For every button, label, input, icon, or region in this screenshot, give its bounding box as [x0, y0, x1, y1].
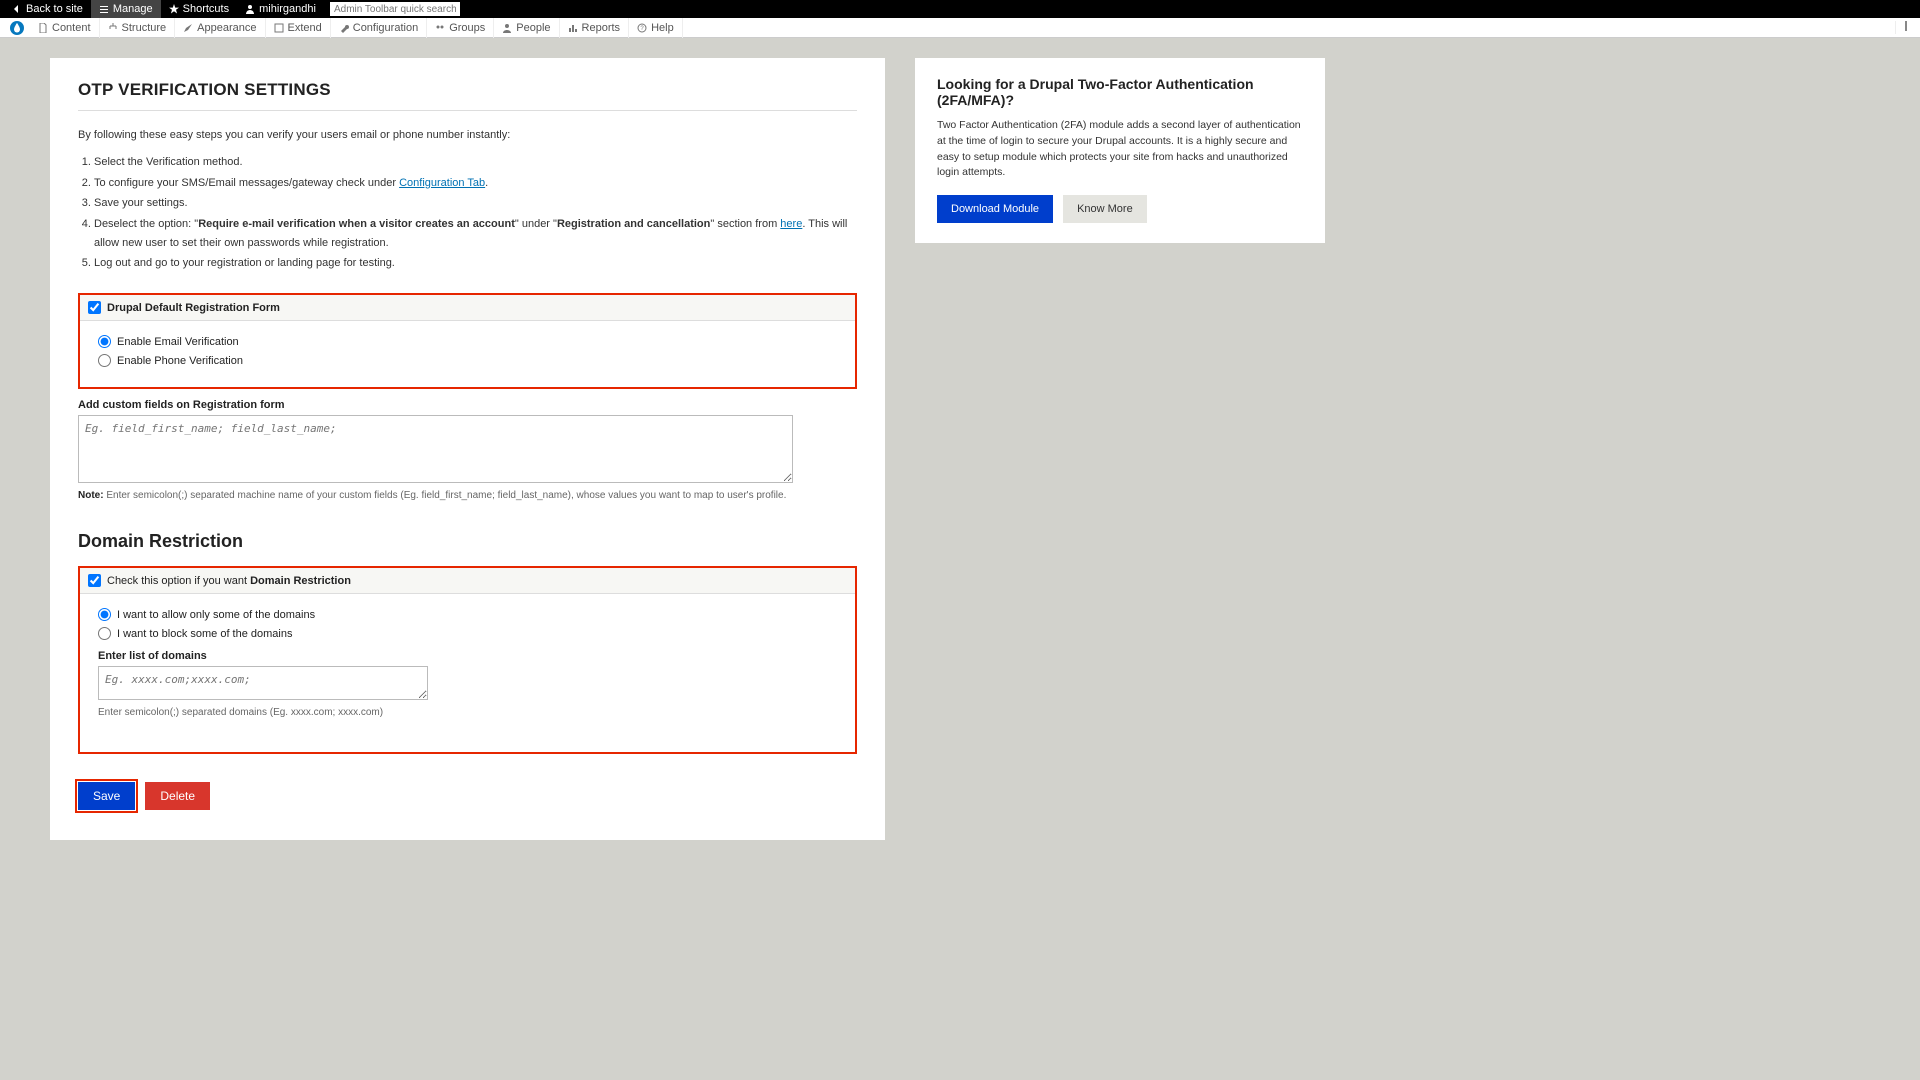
shortcuts-menu[interactable]: Shortcuts: [161, 0, 237, 18]
user-icon: [245, 4, 255, 14]
file-icon: [38, 23, 48, 33]
block-domains-radio[interactable]: [98, 627, 111, 640]
here-link[interactable]: here: [780, 218, 802, 230]
save-button[interactable]: Save: [78, 782, 135, 810]
back-label: Back to site: [26, 3, 83, 15]
nav-extend[interactable]: Extend: [266, 18, 331, 38]
nav-extend-label: Extend: [288, 22, 322, 34]
nav-help-label: Help: [651, 22, 674, 34]
domain-list-textarea[interactable]: [98, 666, 428, 700]
registration-form-fieldset: Drupal Default Registration Form Enable …: [78, 293, 857, 389]
admin-secondbar: Content Structure Appearance Extend Conf…: [0, 18, 1920, 38]
groups-icon: [435, 23, 445, 33]
hamburger-icon: [99, 4, 109, 14]
back-arrow-icon: [12, 4, 22, 14]
promo-text: Two Factor Authentication (2FA) module a…: [937, 118, 1303, 181]
phone-verification-label: Enable Phone Verification: [117, 355, 243, 367]
custom-fields-label: Add custom fields on Registration form: [78, 399, 857, 411]
manage-menu[interactable]: Manage: [91, 0, 161, 18]
email-verification-label: Enable Email Verification: [117, 336, 239, 348]
domain-restriction-fieldset: Check this option if you want Domain Res…: [78, 566, 857, 754]
nav-groups-label: Groups: [449, 22, 485, 34]
nav-people-label: People: [516, 22, 550, 34]
nav-content-label: Content: [52, 22, 91, 34]
custom-fields-textarea[interactable]: [78, 415, 793, 483]
nav-help[interactable]: ? Help: [629, 18, 683, 38]
nav-configuration[interactable]: Configuration: [331, 18, 427, 38]
know-more-button[interactable]: Know More: [1063, 195, 1147, 223]
person-icon: [502, 23, 512, 33]
brush-icon: [183, 23, 193, 33]
domain-restriction-title: Domain Restriction: [78, 531, 857, 552]
user-menu[interactable]: mihirgandhi: [237, 0, 324, 18]
phone-verification-radio[interactable]: [98, 354, 111, 367]
default-registration-checkbox[interactable]: [88, 301, 101, 314]
nav-groups[interactable]: Groups: [427, 18, 494, 38]
step-4: Deselect the option: "Require e-mail ver…: [94, 215, 857, 252]
nav-people[interactable]: People: [494, 18, 559, 38]
step-5: Log out and go to your registration or l…: [94, 254, 857, 273]
nav-reports-label: Reports: [582, 22, 621, 34]
toolbar-orientation-toggle[interactable]: [1895, 21, 1916, 34]
nav-content[interactable]: Content: [30, 18, 100, 38]
back-to-site-link[interactable]: Back to site: [4, 0, 91, 18]
manage-label: Manage: [113, 3, 153, 15]
vertical-bar-icon: [1902, 21, 1910, 31]
custom-fields-note: Note: Enter semicolon(;) separated machi…: [78, 490, 857, 501]
wrench-icon: [339, 23, 349, 33]
intro-text: By following these easy steps you can ve…: [78, 129, 857, 141]
step-3: Save your settings.: [94, 194, 857, 213]
tree-icon: [108, 23, 118, 33]
nav-appearance-label: Appearance: [197, 22, 256, 34]
page-title: OTP VERIFICATION SETTINGS: [78, 80, 857, 111]
domain-list-note: Enter semicolon(;) separated domains (Eg…: [98, 707, 837, 718]
block-domains-label: I want to block some of the domains: [117, 628, 292, 640]
delete-button[interactable]: Delete: [145, 782, 210, 810]
domain-restriction-checkbox[interactable]: [88, 574, 101, 587]
default-registration-label: Drupal Default Registration Form: [107, 302, 280, 314]
download-module-button[interactable]: Download Module: [937, 195, 1053, 223]
step-2: To configure your SMS/Email messages/gat…: [94, 174, 857, 193]
drupal-logo-icon[interactable]: [10, 21, 24, 35]
help-icon: ?: [637, 23, 647, 33]
nav-structure[interactable]: Structure: [100, 18, 176, 38]
step-1: Select the Verification method.: [94, 153, 857, 172]
main-settings-card: OTP VERIFICATION SETTINGS By following t…: [50, 58, 885, 840]
allow-domains-label: I want to allow only some of the domains: [117, 609, 315, 621]
email-verification-radio[interactable]: [98, 335, 111, 348]
admin-search-input[interactable]: [330, 2, 460, 16]
username-label: mihirgandhi: [259, 3, 316, 15]
nav-structure-label: Structure: [122, 22, 167, 34]
shortcuts-label: Shortcuts: [183, 3, 229, 15]
star-icon: [169, 4, 179, 14]
chart-icon: [568, 23, 578, 33]
puzzle-icon: [274, 23, 284, 33]
configuration-tab-link[interactable]: Configuration Tab: [399, 177, 485, 189]
domain-list-label: Enter list of domains: [98, 650, 837, 662]
nav-configuration-label: Configuration: [353, 22, 418, 34]
droplet-icon: [12, 23, 22, 33]
nav-appearance[interactable]: Appearance: [175, 18, 265, 38]
steps-list: Select the Verification method. To confi…: [78, 153, 857, 273]
promo-title: Looking for a Drupal Two-Factor Authenti…: [937, 76, 1303, 108]
nav-reports[interactable]: Reports: [560, 18, 630, 38]
allow-domains-radio[interactable]: [98, 608, 111, 621]
domain-checkbox-label: Check this option if you want Domain Res…: [107, 575, 351, 587]
sidebar-promo-card: Looking for a Drupal Two-Factor Authenti…: [915, 58, 1325, 243]
admin-topbar: Back to site Manage Shortcuts mihirgandh…: [0, 0, 1920, 18]
